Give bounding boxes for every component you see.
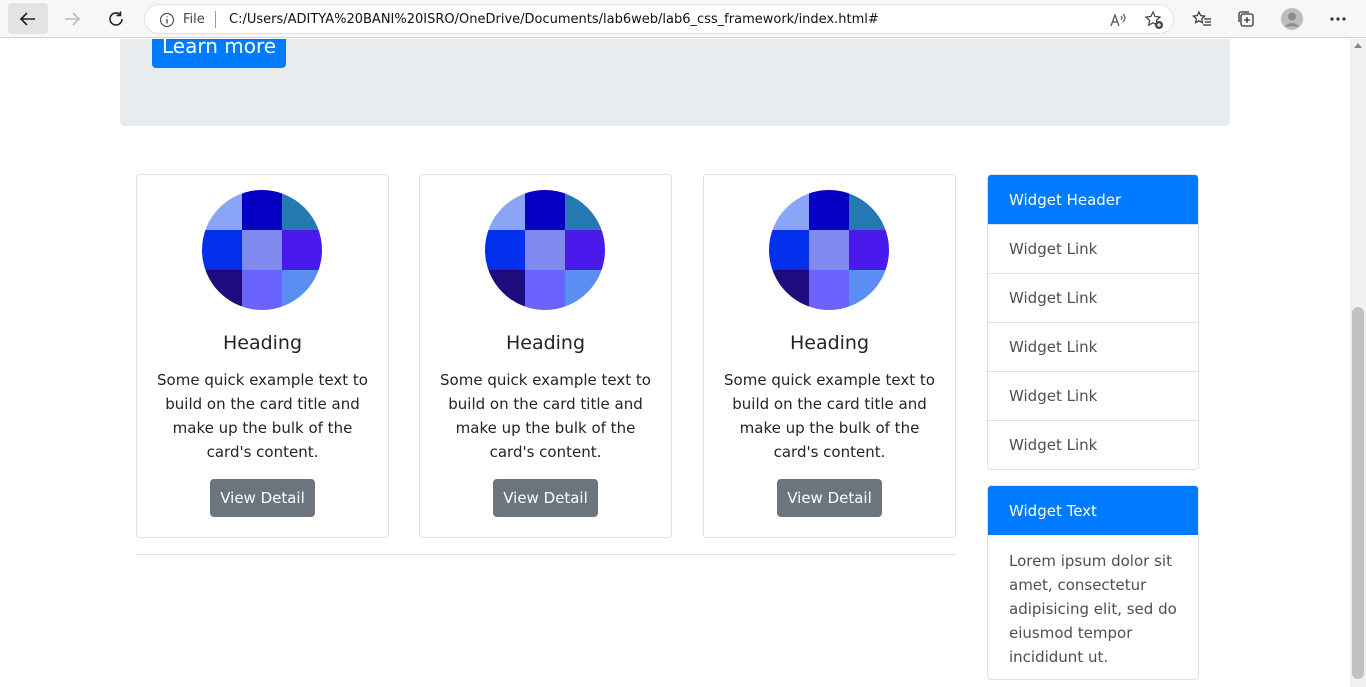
view-detail-button[interactable]: View Detail	[777, 479, 882, 517]
widget-link[interactable]: Widget Link	[988, 224, 1198, 273]
card-title: Heading	[505, 332, 586, 354]
avatar-pixel	[242, 270, 282, 310]
card-text: Some quick example text to build on the …	[157, 371, 368, 461]
widget-body-text: Lorem ipsum dolor sit amet, consectetur …	[1009, 552, 1177, 666]
back-button[interactable]	[8, 3, 48, 34]
reload-button[interactable]	[96, 3, 136, 34]
scroll-up-arrow-icon[interactable]	[1354, 43, 1362, 48]
card-image	[202, 190, 322, 310]
widget-link[interactable]: Widget Link	[988, 371, 1198, 420]
reload-icon	[109, 11, 123, 26]
avatar-pixel	[769, 190, 809, 230]
more-menu-icon[interactable]	[1324, 5, 1352, 33]
widget-links: Widget Header Widget Link Widget Link Wi…	[987, 174, 1199, 470]
avatar-pixel	[202, 190, 242, 230]
card-title: Heading	[222, 332, 303, 354]
avatar-pixel	[769, 230, 809, 270]
jumbotron: Learn more	[120, 39, 1230, 126]
address-scheme: File	[183, 12, 205, 27]
view-detail-button[interactable]: View Detail	[493, 479, 598, 517]
avatar-pixel	[202, 230, 242, 270]
info-icon[interactable]	[159, 12, 175, 32]
avatar-pixel	[282, 190, 322, 230]
avatar-pixel	[485, 270, 525, 310]
avatar-pixel	[565, 190, 605, 230]
card-title: Heading	[789, 332, 870, 354]
card-image	[769, 190, 889, 310]
avatar-pixel	[849, 230, 889, 270]
address-bar[interactable]: File C:/Users/ADITYA%20BANI%20ISRO/OneDr…	[144, 4, 1174, 34]
collections-icon[interactable]	[1232, 5, 1260, 33]
browser-toolbar: File C:/Users/ADITYA%20BANI%20ISRO/OneDr…	[0, 0, 1366, 38]
avatar-pixel	[769, 270, 809, 310]
address-url[interactable]: C:/Users/ADITYA%20BANI%20ISRO/OneDrive/D…	[229, 12, 879, 27]
avatar-pixel	[485, 190, 525, 230]
widget-link[interactable]: Widget Link	[988, 420, 1198, 469]
avatar-pixel	[282, 230, 322, 270]
card: Heading Some quick example text to build…	[419, 174, 672, 538]
avatar-pixel	[485, 230, 525, 270]
read-aloud-icon[interactable]	[1107, 10, 1129, 30]
forward-button[interactable]	[52, 3, 92, 34]
favorites-icon[interactable]	[1188, 5, 1216, 33]
avatar-pixel	[809, 230, 849, 270]
card-text: Some quick example text to build on the …	[724, 371, 935, 461]
add-favorite-icon[interactable]	[1143, 10, 1165, 30]
avatar-pixel	[242, 230, 282, 270]
widget-link[interactable]: Widget Link	[988, 273, 1198, 322]
avatar-pixel	[809, 190, 849, 230]
arrow-right-icon	[65, 11, 81, 26]
vertical-scrollbar[interactable]	[1350, 39, 1366, 687]
avatar-pixel	[565, 230, 605, 270]
avatar-pixel	[849, 270, 889, 310]
section-divider	[136, 554, 956, 555]
card-text: Some quick example text to build on the …	[440, 371, 651, 461]
avatar-pixel	[525, 230, 565, 270]
card: Heading Some quick example text to build…	[136, 174, 389, 538]
profile-avatar-icon[interactable]	[1278, 5, 1306, 33]
avatar-pixel	[242, 190, 282, 230]
arrow-left-icon	[19, 11, 35, 26]
avatar-pixel	[525, 270, 565, 310]
card-image	[485, 190, 605, 310]
widget-text: Widget Text Lorem ipsum dolor sit amet, …	[987, 485, 1199, 680]
avatar-pixel	[282, 270, 322, 310]
learn-more-button[interactable]: Learn more	[152, 39, 286, 68]
scrollbar-thumb[interactable]	[1352, 307, 1364, 679]
widget-header: Widget Text	[988, 486, 1198, 535]
avatar-pixel	[809, 270, 849, 310]
avatar-pixel	[525, 190, 565, 230]
widget-link[interactable]: Widget Link	[988, 322, 1198, 371]
address-separator	[215, 11, 216, 28]
avatar-pixel	[565, 270, 605, 310]
avatar-pixel	[849, 190, 889, 230]
page-viewport: Learn more Heading Some quick example te…	[0, 39, 1350, 687]
card: Heading Some quick example text to build…	[703, 174, 956, 538]
widget-header: Widget Header	[988, 175, 1198, 224]
avatar-pixel	[202, 270, 242, 310]
view-detail-button[interactable]: View Detail	[210, 479, 315, 517]
